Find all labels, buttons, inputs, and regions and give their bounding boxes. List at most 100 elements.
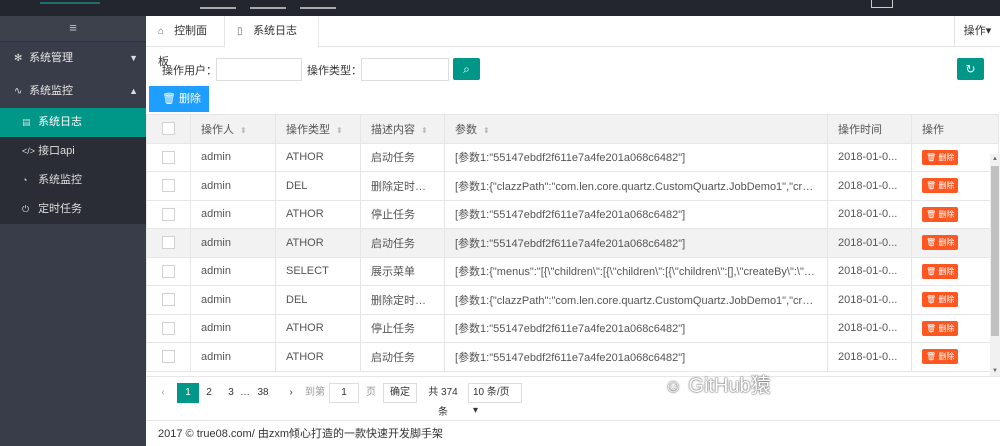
- row-checkbox-cell: [146, 342, 191, 372]
- row-checkbox[interactable]: [162, 236, 175, 250]
- column-header-desc[interactable]: 描述内容 ⬍: [360, 114, 445, 144]
- code-icon: </>: [22, 146, 36, 156]
- sidebar-item-label: 接口api: [38, 145, 75, 157]
- table-row[interactable]: admin ATHOR 启动任务 [参数1:"55147ebdf2f611e7a4fe…: [146, 342, 999, 372]
- row-delete-button[interactable]: 🗑 删除: [922, 206, 959, 222]
- page-3-button[interactable]: 3: [224, 383, 238, 403]
- row-delete-button[interactable]: 🗑 删除: [922, 149, 959, 165]
- table-row[interactable]: admin SELECT 展示菜单 [参数1:{"menus":"[{\"childr…: [146, 256, 999, 286]
- chevron-up-icon: ▲: [129, 86, 138, 96]
- row-checkbox-cell: [146, 199, 191, 229]
- tab-system-log[interactable]: ▯ 系统日志 ×: [224, 16, 319, 68]
- page-38-button[interactable]: 38: [254, 383, 272, 403]
- tab-label: 系统日志: [253, 25, 298, 37]
- cell-type: DEL: [275, 285, 361, 315]
- sort-icon[interactable]: ⬍: [240, 126, 247, 135]
- page-1-button[interactable]: 1: [177, 383, 199, 403]
- cell-action: 🗑 删除: [911, 342, 999, 372]
- sidebar-item-api[interactable]: </> 接口api: [0, 137, 146, 166]
- column-header-user[interactable]: 操作人 ⬍: [190, 114, 276, 144]
- sidebar-item-label: 定时任务: [38, 203, 83, 215]
- sidebar-group-system-manage[interactable]: ✻ 系统管理 ▼: [0, 42, 146, 75]
- scroll-up-icon[interactable]: ▲: [992, 156, 998, 162]
- row-delete-button[interactable]: 🗑 删除: [922, 235, 959, 251]
- cell-params: [参数1:"55147ebdf2f611e7a4fe201a068c6482"]: [444, 228, 828, 258]
- cell-type: ATHOR: [275, 228, 361, 258]
- sort-icon[interactable]: ⬍: [336, 126, 343, 135]
- sidebar-group-label: 系统管理: [29, 52, 74, 64]
- scrollbar-thumb[interactable]: [991, 166, 999, 336]
- avatar[interactable]: [871, 0, 893, 8]
- type-filter-input[interactable]: [361, 58, 449, 81]
- row-delete-button[interactable]: 🗑 删除: [922, 292, 959, 308]
- row-checkbox[interactable]: [162, 321, 175, 335]
- row-checkbox[interactable]: [162, 150, 175, 164]
- row-checkbox[interactable]: [162, 350, 175, 364]
- cell-user: admin: [190, 142, 276, 172]
- sort-icon[interactable]: ⬍: [421, 126, 428, 135]
- row-checkbox[interactable]: [162, 179, 175, 193]
- table-scrollbar[interactable]: ▲ ▼: [990, 154, 1000, 376]
- sidebar-item-monitor[interactable]: ◔ 系统监控: [0, 166, 146, 195]
- sort-icon[interactable]: ⬍: [483, 126, 490, 135]
- row-checkbox[interactable]: [162, 293, 175, 307]
- main-panel: ⌂ 控制面板 ▯ 系统日志 × 操作▾ 操作用户： 操作类型： ⌕ ↻ 🗑 删除: [146, 16, 1000, 446]
- cell-user: admin: [190, 171, 276, 201]
- row-delete-button[interactable]: 🗑 删除: [922, 349, 959, 365]
- cell-params: [参数1:"55147ebdf2f611e7a4fe201a068c6482"]: [444, 342, 828, 372]
- row-checkbox[interactable]: [162, 207, 175, 221]
- app-logo[interactable]: [40, 0, 100, 4]
- table-row[interactable]: admin ATHOR 启动任务 [参数1:"55147ebdf2f611e7a4fe…: [146, 228, 999, 258]
- user-filter-input[interactable]: [216, 58, 302, 81]
- sidebar-submenu: ▤ 系统日志 </> 接口api ◔ 系统监控 ⏻ 定时任务: [0, 108, 146, 224]
- cell-action: 🗑 删除: [911, 228, 999, 258]
- goto-page-input[interactable]: 1: [329, 383, 359, 403]
- cell-action: 🗑 删除: [911, 142, 999, 172]
- cell-time: 2018-01-0...: [827, 342, 912, 372]
- table-row[interactable]: admin ATHOR 停止任务 [参数1:"55147ebdf2f611e7a4fe…: [146, 199, 999, 229]
- page-2-button[interactable]: 2: [202, 383, 216, 403]
- row-delete-button[interactable]: 🗑 删除: [922, 263, 959, 279]
- cell-type: ATHOR: [275, 313, 361, 343]
- sidebar-toggle-button[interactable]: ≡: [0, 16, 146, 42]
- sidebar-group-system-monitor[interactable]: ∿ 系统监控 ▲: [0, 75, 146, 108]
- column-header-params[interactable]: 参数 ⬍: [444, 114, 828, 144]
- table-row[interactable]: admin DEL 删除定时任务 [参数1:{"clazzPath":"com.len…: [146, 171, 999, 201]
- cell-params: [参数1:"55147ebdf2f611e7a4fe201a068c6482"]: [444, 199, 828, 229]
- cell-user: admin: [190, 342, 276, 372]
- prev-page-button[interactable]: ‹: [156, 383, 170, 403]
- row-delete-button[interactable]: 🗑 删除: [922, 178, 959, 194]
- table-body: admin ATHOR 启动任务 [参数1:"55147ebdf2f611e7a4fe…: [146, 142, 999, 372]
- cell-type: ATHOR: [275, 342, 361, 372]
- tab-dashboard[interactable]: ⌂ 控制面板: [146, 16, 224, 68]
- watermark: ☺ GitHub猿: [664, 372, 771, 400]
- page-suffix: 页: [366, 387, 376, 398]
- scroll-down-icon[interactable]: ▼: [992, 368, 998, 374]
- cell-time: 2018-01-0...: [827, 171, 912, 201]
- search-button[interactable]: ⌕: [453, 58, 480, 80]
- pagination: ‹ 1 2 3 … 38 › 到第 1 页 确定 共 374 条 10 条/页 …: [146, 376, 1000, 418]
- column-header-type[interactable]: 操作类型 ⬍: [275, 114, 361, 144]
- goto-confirm-button[interactable]: 确定: [383, 383, 417, 403]
- row-checkbox[interactable]: [162, 264, 175, 278]
- cell-action: 🗑 删除: [911, 285, 999, 315]
- table-row[interactable]: admin ATHOR 停止任务 [参数1:"55147ebdf2f611e7a4fe…: [146, 313, 999, 343]
- select-all-checkbox[interactable]: [162, 122, 175, 136]
- cell-time: 2018-01-0...: [827, 142, 912, 172]
- row-delete-button[interactable]: 🗑 删除: [922, 320, 959, 336]
- user-filter-label: 操作用户：: [162, 65, 217, 77]
- refresh-button[interactable]: ↻: [957, 58, 984, 80]
- next-page-button[interactable]: ›: [284, 383, 298, 403]
- batch-delete-button[interactable]: 🗑 删除: [149, 86, 209, 112]
- top-header: [0, 0, 1000, 16]
- cell-time: 2018-01-0...: [827, 228, 912, 258]
- home-icon: ⌂: [158, 26, 165, 37]
- table-row[interactable]: admin DEL 删除定时任务 [参数1:{"clazzPath":"com.len…: [146, 285, 999, 315]
- tab-operations-dropdown[interactable]: 操作▾: [954, 16, 1000, 47]
- sidebar: ≡ ✻ 系统管理 ▼ ∿ 系统监控 ▲ ▤ 系统日志 </> 接口api ◔ 系…: [0, 16, 146, 446]
- page-size-select[interactable]: 10 条/页 ▾: [468, 383, 522, 416]
- total-count: 共 374 条: [428, 387, 458, 418]
- sidebar-item-system-log[interactable]: ▤ 系统日志: [0, 108, 146, 137]
- table-row[interactable]: admin ATHOR 启动任务 [参数1:"55147ebdf2f611e7a4fe…: [146, 142, 999, 172]
- sidebar-item-scheduled-task[interactable]: ⏻ 定时任务: [0, 195, 146, 224]
